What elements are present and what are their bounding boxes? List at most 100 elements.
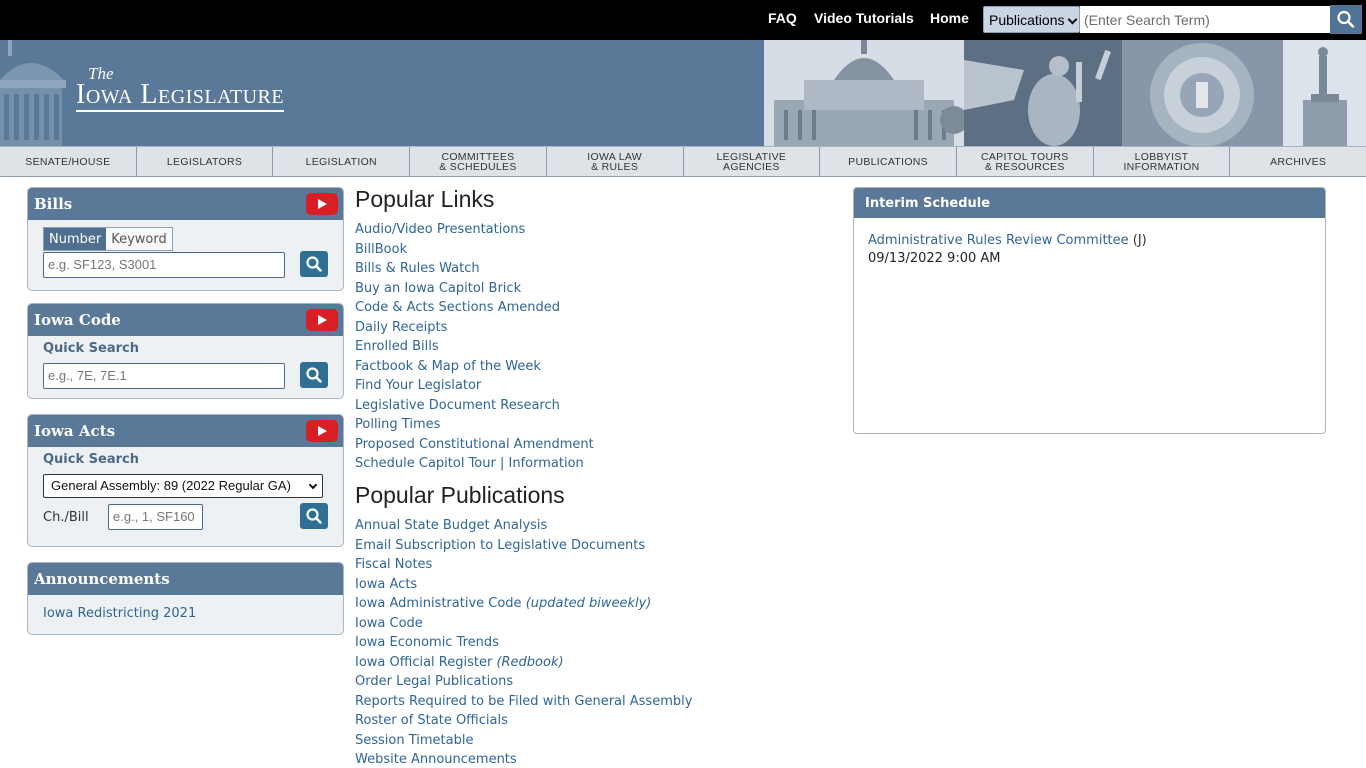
state-seal-photo <box>1122 40 1283 146</box>
bills-search-button[interactable] <box>300 251 328 277</box>
capitol-dome-graphic <box>0 40 66 146</box>
iowa-code-title: Iowa Code <box>34 311 121 329</box>
dome-statue-photo <box>1283 40 1366 146</box>
home-link[interactable]: Home <box>930 10 969 26</box>
publication-link[interactable]: Roster of State Officials <box>355 713 692 733</box>
publication-link-text: Iowa Administrative Code <box>355 596 526 611</box>
iowa-acts-title: Iowa Acts <box>34 422 116 440</box>
chapter-bill-input[interactable]: e.g., 1, SF160 <box>108 504 203 530</box>
popular-link[interactable]: Daily Receipts <box>355 320 594 340</box>
iowa-acts-panel: Iowa Acts Quick Search General Assembly:… <box>27 414 344 547</box>
bills-panel-header: Bills <box>28 188 343 220</box>
publication-link[interactable]: Iowa Official Register (Redbook) <box>355 655 692 675</box>
announcements-panel-header: Announcements <box>28 563 343 595</box>
iowa-code-panel: Iowa Code Quick Search e.g., 7E, 7E.1 <box>27 303 344 399</box>
bill-number-input[interactable]: e.g. SF123, S3001 <box>43 252 285 278</box>
search-icon <box>306 256 322 272</box>
play-icon <box>318 426 327 436</box>
statue-photo <box>964 40 1122 146</box>
popular-link[interactable]: BillBook <box>355 242 594 262</box>
popular-link[interactable]: Bills & Rules Watch <box>355 261 594 281</box>
code-section-input[interactable]: e.g., 7E, 7E.1 <box>43 363 285 389</box>
publication-link[interactable]: Annual State Budget Analysis <box>355 518 692 538</box>
nav-capitol-tours[interactable]: CAPITOL TOURS & RESOURCES <box>957 147 1094 176</box>
acts-quick-search-label: Quick Search <box>43 452 139 467</box>
popular-link[interactable]: Factbook & Map of the Week <box>355 359 594 379</box>
nav-iowa-law-rules[interactable]: IOWA LAW & RULES <box>547 147 684 176</box>
publication-link[interactable]: Reports Required to be Filed with Genera… <box>355 694 692 714</box>
publication-link[interactable]: Iowa Acts <box>355 577 692 597</box>
interim-schedule-panel: Interim Schedule Administrative Rules Re… <box>853 187 1326 434</box>
capitol-building-photo <box>764 40 964 146</box>
nav-legislators[interactable]: LEGISLATORS <box>137 147 274 176</box>
chevron-down-icon <box>308 480 318 490</box>
popular-link[interactable]: Find Your Legislator <box>355 378 594 398</box>
capitol-tour-row: Schedule Capitol Tour | Information <box>355 456 594 476</box>
tab-keyword[interactable]: Keyword <box>106 228 172 250</box>
popular-link[interactable]: Audio/Video Presentations <box>355 222 594 242</box>
popular-publications-list: Annual State Budget Analysis Email Subsc… <box>355 518 692 768</box>
tab-number[interactable]: Number <box>44 228 107 250</box>
acts-search-button[interactable] <box>300 503 328 529</box>
publication-note: (Redbook) <box>496 654 564 670</box>
meeting-datetime: 09/13/2022 9:00 AM <box>868 251 1001 266</box>
publication-note: (updated biweekly) <box>525 596 652 611</box>
nav-legislation[interactable]: LEGISLATION <box>273 147 411 176</box>
youtube-video-button[interactable] <box>306 420 338 442</box>
announcements-title: Announcements <box>34 570 170 588</box>
site-search-input[interactable]: (Enter Search Term) <box>1080 6 1330 33</box>
popular-links-heading: Popular Links <box>355 186 495 212</box>
publication-link[interactable]: Website Announcements <box>355 752 692 768</box>
publication-link[interactable]: Session Timetable <box>355 733 692 753</box>
popular-link[interactable]: Buy an Iowa Capitol Brick <box>355 281 594 301</box>
publication-link[interactable]: Iowa Administrative Code (updated biweek… <box>355 596 692 616</box>
popular-link[interactable]: Proposed Constitutional Amendment <box>355 437 594 457</box>
youtube-video-button[interactable] <box>306 309 338 331</box>
chevron-down-icon <box>1067 14 1078 25</box>
site-header-banner: The Iowa Legislature <box>0 40 1366 146</box>
search-icon <box>306 367 322 383</box>
nav-publications[interactable]: PUBLICATIONS <box>820 147 957 176</box>
popular-publications-heading: Popular Publications <box>355 482 565 508</box>
announcement-link[interactable]: Iowa Redistricting 2021 <box>43 606 196 621</box>
code-quick-search-label: Quick Search <box>43 341 139 356</box>
nav-legislative-agencies[interactable]: LEGISLATIVE AGENCIES <box>684 147 821 176</box>
iowa-acts-panel-header: Iowa Acts <box>28 415 343 447</box>
site-search-button[interactable] <box>1330 5 1362 34</box>
announcements-panel: Announcements Iowa Redistricting 2021 <box>27 562 344 635</box>
publication-link[interactable]: Iowa Economic Trends <box>355 635 692 655</box>
popular-link[interactable]: Legislative Document Research <box>355 398 594 418</box>
top-bar: FAQ Video Tutorials Home Publications (E… <box>0 0 1366 40</box>
capitol-tour-information-link[interactable]: Information <box>509 456 584 471</box>
publication-link-text: Iowa Official Register <box>355 654 497 670</box>
link-separator: | <box>499 456 505 471</box>
video-tutorials-link[interactable]: Video Tutorials <box>814 10 914 26</box>
site-logo[interactable]: Iowa Legislature <box>76 80 285 112</box>
nav-archives[interactable]: ARCHIVES <box>1230 147 1366 176</box>
bills-title: Bills <box>34 195 73 213</box>
code-search-button[interactable] <box>300 362 328 388</box>
publication-link[interactable]: Fiscal Notes <box>355 557 692 577</box>
youtube-video-button[interactable] <box>306 193 338 215</box>
publication-link[interactable]: Iowa Code <box>355 616 692 636</box>
meeting-row: Administrative Rules Review Committee (J… <box>868 233 1147 248</box>
faq-link[interactable]: FAQ <box>768 10 797 26</box>
nav-lobbyist-information[interactable]: LOBBYIST INFORMATION <box>1094 147 1231 176</box>
interim-schedule-title: Interim Schedule <box>854 188 1325 218</box>
chapter-bill-label: Ch./Bill <box>43 510 89 525</box>
nav-senate-house[interactable]: SENATE/HOUSE <box>0 147 137 176</box>
publication-link[interactable]: Email Subscription to Legislative Docume… <box>355 538 692 558</box>
popular-links-list: Audio/Video Presentations BillBook Bills… <box>355 222 594 476</box>
search-scope-select[interactable]: Publications <box>983 6 1080 33</box>
play-icon <box>318 315 327 325</box>
nav-committees-schedules[interactable]: COMMITTEES & SCHEDULES <box>410 147 547 176</box>
iowa-code-panel-header: Iowa Code <box>28 304 343 336</box>
popular-link[interactable]: Code & Acts Sections Amended <box>355 300 594 320</box>
meeting-link[interactable]: Administrative Rules Review Committee <box>868 233 1129 248</box>
publication-link[interactable]: Order Legal Publications <box>355 674 692 694</box>
search-scope-value: Publications <box>989 12 1065 28</box>
popular-link[interactable]: Enrolled Bills <box>355 339 594 359</box>
schedule-capitol-tour-link[interactable]: Schedule Capitol Tour <box>355 456 496 471</box>
popular-link[interactable]: Polling Times <box>355 417 594 437</box>
general-assembly-select[interactable]: General Assembly: 89 (2022 Regular GA) <box>43 474 323 498</box>
